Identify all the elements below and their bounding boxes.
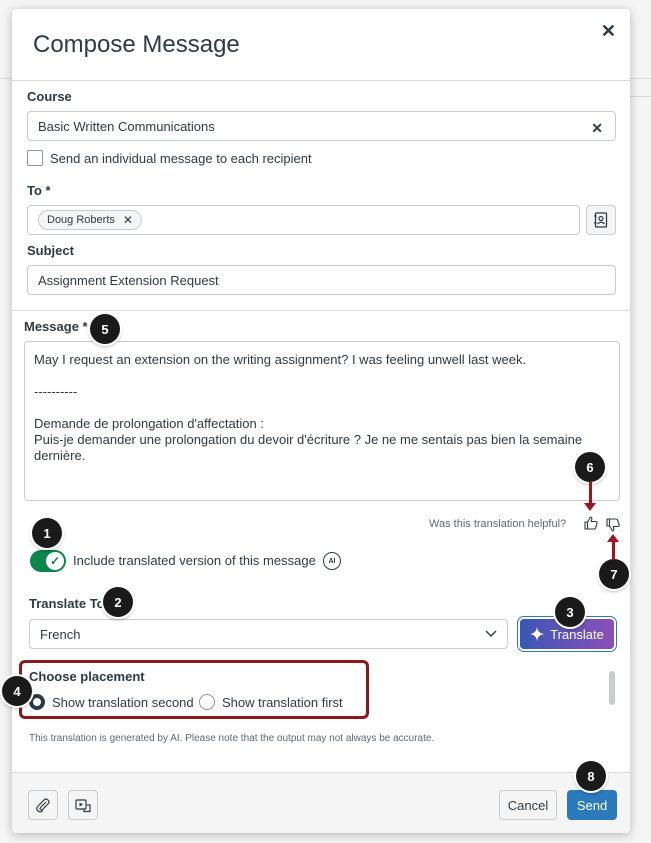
attach-file-button[interactable]	[28, 790, 58, 820]
callout-badge: 1	[32, 518, 62, 548]
course-select[interactable]: Basic Written Communications ✕	[27, 111, 616, 141]
recipient-name: Doug Roberts	[47, 214, 115, 226]
placement-option-first[interactable]: Show translation first	[222, 695, 343, 710]
placement-option-second[interactable]: Show translation second	[52, 695, 194, 710]
compose-message-modal: Compose Message ✕ Course Basic Written C…	[12, 9, 630, 833]
close-icon[interactable]: ✕	[123, 213, 133, 227]
course-value: Basic Written Communications	[38, 118, 215, 134]
individual-message-label: Send an individual message to each recip…	[50, 151, 312, 166]
translate-to-label: Translate To	[29, 596, 105, 611]
translate-language-value: French	[40, 626, 81, 642]
close-icon[interactable]: ✕	[601, 21, 616, 42]
modal-header: Compose Message ✕	[12, 9, 630, 81]
message-line: ----------	[34, 384, 78, 399]
paperclip-icon	[36, 798, 50, 813]
thumbs-down-icon[interactable]	[605, 517, 621, 533]
chevron-down-icon	[485, 630, 497, 637]
subject-label: Subject	[27, 243, 74, 258]
section-divider	[12, 310, 630, 311]
subject-value: Assignment Extension Request	[38, 272, 219, 288]
message-line: Demande de prolongation d'affectation :	[34, 416, 264, 431]
callout-badge: 5	[90, 314, 120, 344]
to-label: To *	[27, 183, 51, 198]
callout-badge: 6	[575, 452, 605, 482]
thumbs-up-icon[interactable]	[583, 515, 599, 531]
message-line: Puis-je demander une prolongation du dev…	[34, 432, 583, 463]
close-icon[interactable]: ✕	[591, 120, 603, 137]
recipient-input[interactable]: Doug Roberts ✕	[27, 205, 580, 235]
recipient-chip[interactable]: Doug Roberts ✕	[38, 210, 142, 230]
placement-label: Choose placement	[29, 669, 145, 684]
include-translation-toggle[interactable]: ✓	[30, 550, 66, 572]
modal-title: Compose Message	[33, 31, 240, 58]
callout-arrow-head	[607, 534, 619, 542]
background-divider	[629, 78, 651, 79]
media-icon	[75, 799, 91, 813]
modal-footer: Cancel Send	[12, 772, 630, 833]
individual-message-checkbox[interactable]	[27, 150, 43, 166]
translation-feedback-question: Was this translation helpful?	[429, 518, 567, 530]
message-line: May I request an extension on the writin…	[34, 352, 527, 367]
include-translation-label: Include translated version of this messa…	[73, 553, 316, 568]
callout-badge: 7	[599, 559, 629, 589]
sparkle-icon	[530, 627, 545, 641]
callout-arrow-head	[584, 503, 596, 511]
callout-badge: 8	[576, 761, 606, 791]
ai-disclaimer: This translation is generated by AI. Ple…	[29, 733, 435, 744]
cancel-button[interactable]: Cancel	[499, 790, 557, 820]
callout-badge: 3	[555, 597, 585, 627]
background-divider	[0, 78, 12, 79]
course-label: Course	[27, 89, 72, 104]
placement-radio-first[interactable]	[199, 694, 215, 710]
translate-language-select[interactable]: French	[29, 619, 508, 649]
ai-icon: AI	[323, 552, 341, 570]
message-label: Message *	[24, 319, 88, 334]
message-textarea[interactable]: May I request an extension on the writin…	[24, 341, 620, 501]
scrollbar[interactable]	[609, 671, 615, 705]
subject-input[interactable]: Assignment Extension Request	[27, 265, 616, 295]
record-media-button[interactable]	[68, 790, 98, 820]
send-button[interactable]: Send	[567, 790, 617, 820]
placement-radio-second[interactable]	[29, 694, 45, 710]
address-book-icon	[594, 212, 608, 228]
translate-button-label: Translate	[550, 626, 604, 642]
callout-badge: 2	[103, 587, 133, 617]
callout-arrow	[612, 540, 615, 560]
address-book-button[interactable]	[586, 205, 616, 235]
checkmark-icon: ✓	[46, 552, 64, 570]
background-divider	[629, 96, 651, 97]
callout-badge: 4	[2, 676, 32, 706]
